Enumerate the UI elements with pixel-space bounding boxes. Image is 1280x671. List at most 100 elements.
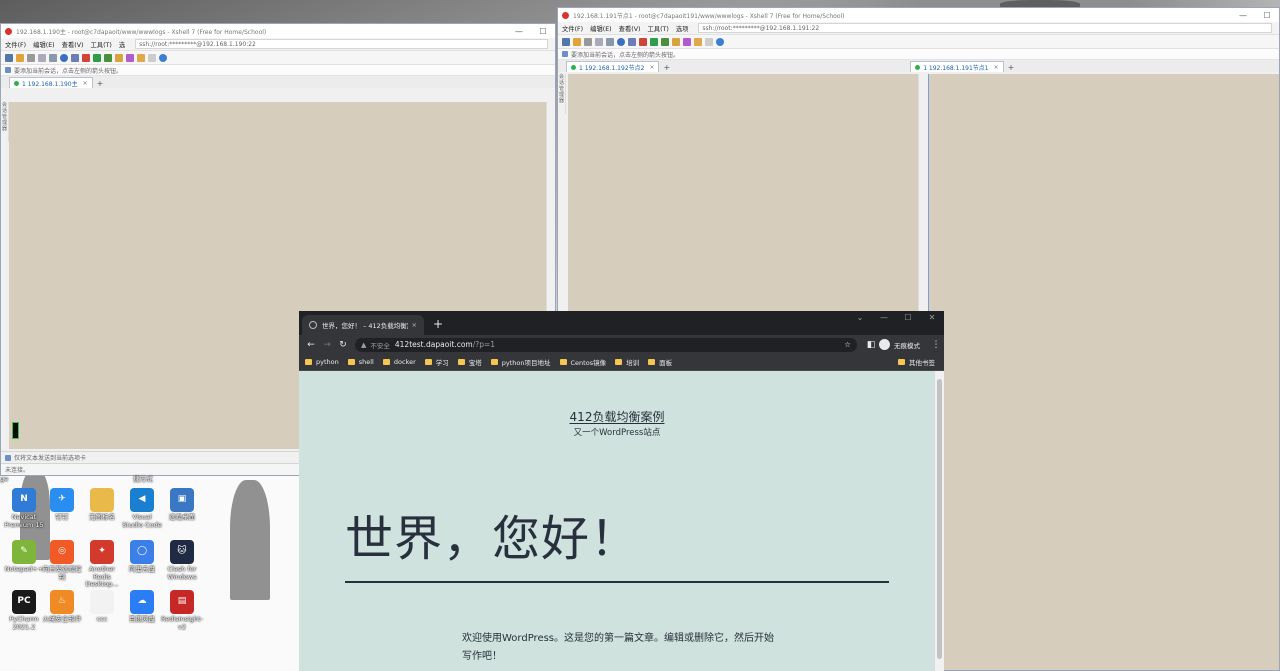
globe-icon[interactable] (617, 37, 625, 46)
desktop-icon[interactable]: ✦ Another Redis Desktop... (81, 540, 123, 589)
close-tab-icon[interactable]: × (994, 64, 999, 71)
new-session-icon[interactable] (5, 53, 13, 62)
other-bookmarks[interactable]: 其他书签 (898, 357, 935, 367)
transfer-icon[interactable] (650, 37, 658, 46)
forward-icon[interactable]: → (319, 340, 335, 350)
session-manager-sidebar[interactable]: 会话管理器 (558, 74, 566, 114)
address-bar[interactable]: ▲ 不安全 412test.dapaoit.com /?p=1 ☆ (355, 337, 857, 352)
menu-view[interactable]: 查看(V) (62, 40, 84, 49)
desktop-icon[interactable]: N Navicat Premium 15 (3, 488, 45, 529)
new-tab-icon[interactable]: + (663, 63, 670, 72)
xftp-icon[interactable] (639, 37, 647, 46)
desktop-icon[interactable]: 🐱 Clash for Windows (161, 540, 203, 581)
menu-view[interactable]: 查看(V) (619, 24, 641, 33)
sidepanel-icon[interactable]: ◧ (863, 340, 879, 350)
new-session-icon[interactable] (562, 37, 570, 46)
menu-tools[interactable]: 工具(T) (90, 40, 111, 49)
menu-file[interactable]: 文件(F) (562, 24, 583, 33)
session-manager-sidebar[interactable]: 会话管理器 (1, 102, 9, 142)
minimize-icon[interactable]: — (1231, 11, 1255, 20)
bookmark-star-icon[interactable]: ☆ (844, 340, 851, 349)
lock-icon[interactable] (672, 37, 680, 46)
desktop-icon[interactable]: ✈ 钉钉 (41, 488, 83, 522)
font-icon[interactable] (628, 37, 636, 46)
bookmark-centos-mirror[interactable]: Centos镜像 (559, 357, 606, 367)
scrollbar-thumb[interactable] (937, 379, 942, 659)
script-icon[interactable] (683, 37, 691, 46)
fullscreen-icon[interactable] (104, 53, 112, 62)
desktop-icon[interactable]: ▤ RedisInsight-v2 (161, 590, 203, 631)
reload-icon[interactable]: ↻ (335, 340, 351, 350)
desktop-icon[interactable]: ccc (81, 590, 123, 624)
session-tab-node1[interactable]: 1 192.168.1.191节点1 × (910, 61, 1004, 72)
desktop-icon[interactable]: ☁ 百度网盘 (121, 590, 163, 624)
desktop-icon[interactable]: ♨ 火绒安全软件 (41, 590, 83, 624)
session-address-field[interactable]: ssh://root:*********@192.168.1.191:22 (698, 23, 1272, 33)
open-folder-icon[interactable] (16, 53, 24, 62)
bookmark-baota[interactable]: 宝塔 (457, 357, 482, 367)
copy-icon[interactable] (38, 53, 46, 62)
minimize-icon[interactable]: — (507, 27, 531, 36)
find-icon[interactable] (49, 53, 57, 62)
connect-icon[interactable] (27, 53, 35, 62)
menu-tools[interactable]: 工具(T) (647, 24, 668, 33)
close-window-icon[interactable]: ✕ (920, 311, 944, 325)
desktop-icon[interactable]: 无图标名 (81, 488, 123, 522)
menu-options[interactable]: 选 (119, 40, 125, 49)
open-folder-icon[interactable] (573, 37, 581, 46)
browser-tab[interactable]: 世界，您好！ – 412负载均衡案例 × (302, 315, 424, 335)
page-scrollbar[interactable] (935, 371, 944, 671)
menu-edit[interactable]: 编辑(E) (33, 40, 55, 49)
layout-icon[interactable] (694, 37, 702, 46)
lock-icon[interactable] (115, 53, 123, 62)
find-icon[interactable] (606, 37, 614, 46)
fullscreen-icon[interactable] (661, 37, 669, 46)
copy-icon[interactable] (595, 37, 603, 46)
new-tab-icon[interactable]: + (1008, 63, 1015, 72)
menu-kebab-icon[interactable]: ⋮ (928, 340, 944, 350)
close-tab-icon[interactable]: × (649, 64, 654, 71)
maximize-icon[interactable]: ☐ (1255, 11, 1279, 20)
back-icon[interactable]: ← (303, 340, 319, 350)
bookmark-docker[interactable]: docker (382, 358, 416, 366)
close-tab-icon[interactable]: × (412, 321, 417, 329)
bookmark-panel[interactable]: 面板 (648, 357, 672, 367)
transfer-icon[interactable] (93, 53, 101, 62)
help-icon[interactable] (159, 53, 167, 62)
site-title-link[interactable]: 412负载均衡案例 (299, 408, 935, 425)
desktop-icon[interactable]: ✎ Notepad++ (3, 540, 45, 574)
session-tab-node2[interactable]: 1 192.168.1.192节点2 × (566, 61, 660, 72)
desktop-icon[interactable]: ▣ 远程桌面 (161, 488, 203, 522)
menu-file[interactable]: 文件(F) (5, 40, 26, 49)
new-tab-icon[interactable]: + (97, 79, 104, 88)
tab-search-icon[interactable]: ⌄ (848, 311, 872, 325)
session-address-field[interactable]: ssh://root:*********@192.168.1.190:22 (135, 39, 548, 49)
terminal-area-node1[interactable] (928, 74, 1279, 670)
session-tab[interactable]: 1 192.168.1.190主 × (9, 77, 93, 88)
script-icon[interactable] (126, 53, 134, 62)
bookmark-python-projects[interactable]: python项目地址 (490, 357, 551, 367)
bookmark-training[interactable]: 培训 (615, 357, 639, 367)
desktop-icon[interactable]: PC PyCharm 2021.2 (3, 590, 45, 631)
desktop-icon[interactable]: ◎ 向日葵远程控制 (41, 540, 83, 581)
menu-options[interactable]: 选项 (676, 24, 689, 33)
keyboard-icon[interactable] (705, 37, 713, 46)
maximize-icon[interactable]: ☐ (896, 311, 920, 325)
help-icon[interactable] (716, 37, 724, 46)
keyboard-icon[interactable] (148, 53, 156, 62)
bookmark-python[interactable]: python (305, 358, 339, 366)
maximize-icon[interactable]: ☐ (531, 27, 555, 36)
incognito-indicator[interactable]: 无痕模式 (879, 339, 920, 350)
xftp-icon[interactable] (82, 53, 90, 62)
close-tab-icon[interactable]: × (83, 80, 88, 87)
new-tab-icon[interactable]: + (433, 317, 443, 331)
desktop-icon[interactable]: ◀ Visual Studio Code (121, 488, 163, 529)
bookmark-study[interactable]: 学习 (424, 357, 449, 367)
bookmark-shell[interactable]: shell (347, 358, 374, 366)
desktop-icon[interactable]: ◯ 阿里云盘 (121, 540, 163, 574)
minimize-icon[interactable]: — (872, 311, 896, 325)
layout-icon[interactable] (137, 53, 145, 62)
font-icon[interactable] (71, 53, 79, 62)
connect-icon[interactable] (584, 37, 592, 46)
menu-edit[interactable]: 编辑(E) (590, 24, 612, 33)
